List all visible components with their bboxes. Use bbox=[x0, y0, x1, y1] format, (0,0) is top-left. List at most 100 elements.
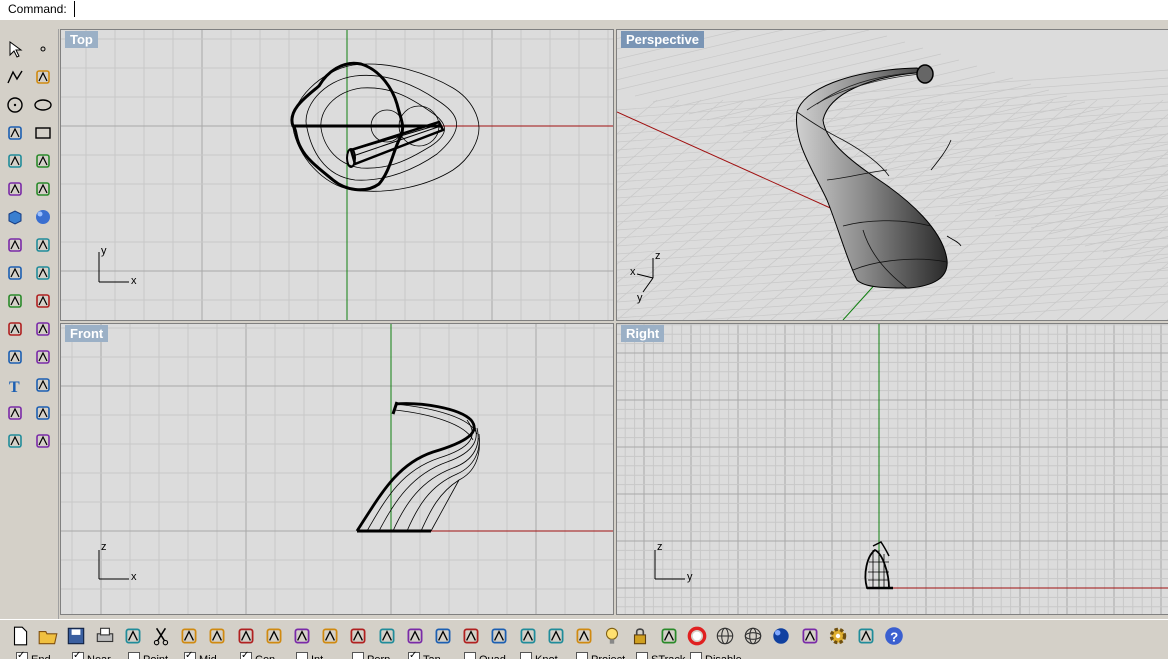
boolean-button[interactable] bbox=[3, 317, 27, 341]
zoom-extents-button[interactable] bbox=[375, 624, 399, 648]
render-button[interactable] bbox=[657, 624, 681, 648]
osnap-end[interactable]: End bbox=[16, 650, 51, 659]
text-button[interactable]: T bbox=[3, 373, 27, 397]
point-button[interactable] bbox=[31, 37, 55, 61]
help-button[interactable]: ? bbox=[882, 624, 906, 648]
mesh-sphere-button[interactable] bbox=[741, 624, 765, 648]
viewport-right[interactable]: Right z y bbox=[616, 323, 1168, 615]
undo-view-button[interactable] bbox=[431, 624, 455, 648]
dimension-button[interactable] bbox=[31, 401, 55, 425]
light-button[interactable] bbox=[600, 624, 624, 648]
transform-button[interactable] bbox=[3, 261, 27, 285]
polyline-button[interactable] bbox=[3, 65, 27, 89]
split-button[interactable] bbox=[31, 289, 55, 313]
rotate-view-button[interactable] bbox=[290, 624, 314, 648]
osnap-checkbox[interactable] bbox=[240, 650, 252, 659]
osnap-checkbox[interactable] bbox=[72, 650, 84, 659]
osnap-checkbox[interactable] bbox=[464, 652, 476, 659]
block-button[interactable] bbox=[3, 429, 27, 453]
osnap-perp[interactable]: Perp bbox=[352, 652, 390, 659]
viewport-title-perspective[interactable]: Perspective bbox=[621, 31, 704, 48]
color-wheel-button[interactable] bbox=[685, 624, 709, 648]
select-arrow-button[interactable] bbox=[3, 37, 27, 61]
extrude-button[interactable] bbox=[3, 233, 27, 257]
import-button[interactable] bbox=[121, 624, 145, 648]
layer-button[interactable] bbox=[544, 624, 568, 648]
render-icon bbox=[661, 628, 677, 644]
osnap-checkbox[interactable] bbox=[184, 650, 196, 659]
circle-button[interactable] bbox=[3, 93, 27, 117]
surface-edit-button[interactable] bbox=[31, 177, 55, 201]
osnap-tan[interactable]: Tan bbox=[408, 650, 441, 659]
osnap-strack[interactable]: STrack bbox=[636, 652, 685, 659]
grid-line bbox=[617, 101, 1168, 143]
surface-from-curves-button[interactable] bbox=[31, 233, 55, 257]
pan-hand-button[interactable] bbox=[262, 624, 286, 648]
shaded-sphere-button[interactable] bbox=[769, 624, 793, 648]
offset-button[interactable] bbox=[31, 345, 55, 369]
osnap-checkbox[interactable] bbox=[408, 650, 420, 659]
rectangle-button[interactable] bbox=[31, 121, 55, 145]
command-input[interactable] bbox=[74, 1, 1167, 17]
zoom-button[interactable] bbox=[318, 624, 342, 648]
curve-tools-button[interactable] bbox=[3, 149, 27, 173]
open-file-button[interactable] bbox=[36, 624, 60, 648]
save-button[interactable] bbox=[64, 624, 88, 648]
options-gear-button[interactable] bbox=[826, 624, 850, 648]
osnap-checkbox[interactable] bbox=[576, 652, 588, 659]
sphere-button[interactable] bbox=[31, 205, 55, 229]
osnap-mid[interactable]: Mid bbox=[184, 650, 217, 659]
pen-button[interactable] bbox=[798, 624, 822, 648]
fillet-curve-button[interactable] bbox=[31, 149, 55, 173]
cut-button[interactable] bbox=[149, 624, 173, 648]
grid-plane-button[interactable] bbox=[516, 624, 540, 648]
osnap-near[interactable]: Near bbox=[72, 650, 111, 659]
viewport-title-top[interactable]: Top bbox=[65, 31, 98, 48]
ellipse-button[interactable] bbox=[31, 93, 55, 117]
copy-button[interactable] bbox=[177, 624, 201, 648]
new-file-button[interactable] bbox=[8, 624, 32, 648]
surface-button[interactable] bbox=[3, 177, 27, 201]
solid-box-button[interactable] bbox=[3, 205, 27, 229]
mesh-icon bbox=[36, 434, 50, 448]
plugin-button[interactable] bbox=[854, 624, 878, 648]
scale-button[interactable] bbox=[31, 373, 55, 397]
osnap-checkbox[interactable] bbox=[636, 652, 648, 659]
paste-button[interactable] bbox=[205, 624, 229, 648]
osnap-checkbox[interactable] bbox=[16, 650, 28, 659]
trim-button[interactable] bbox=[3, 289, 27, 313]
osnap-quad[interactable]: Quad bbox=[464, 652, 506, 659]
print-button[interactable] bbox=[93, 624, 117, 648]
viewport-front[interactable]: Front z x bbox=[60, 323, 614, 615]
viewport-top[interactable]: Top y x bbox=[60, 29, 614, 321]
curve-cv-button[interactable] bbox=[31, 65, 55, 89]
explode-button[interactable] bbox=[31, 261, 55, 285]
polygon-button[interactable] bbox=[3, 121, 27, 145]
viewport-perspective[interactable]: Perspective z x y bbox=[616, 29, 1168, 321]
mesh-button[interactable] bbox=[31, 429, 55, 453]
zoom-window-button[interactable] bbox=[346, 624, 370, 648]
lock-button[interactable] bbox=[628, 624, 652, 648]
viewport-title-right[interactable]: Right bbox=[621, 325, 665, 342]
osnap-checkbox[interactable] bbox=[520, 652, 532, 659]
zoom-selected-button[interactable] bbox=[403, 624, 427, 648]
osnap-cen[interactable]: Cen bbox=[240, 650, 275, 659]
osnap-checkbox[interactable] bbox=[352, 652, 364, 659]
car-button[interactable] bbox=[487, 624, 511, 648]
properties-button[interactable] bbox=[572, 624, 596, 648]
osnap-disable[interactable]: Disable bbox=[690, 652, 742, 659]
four-viewports-button[interactable] bbox=[459, 624, 483, 648]
osnap-checkbox[interactable] bbox=[296, 652, 308, 659]
viewport-title-front[interactable]: Front bbox=[65, 325, 109, 342]
osnap-int[interactable]: Int bbox=[296, 652, 323, 659]
osnap-checkbox[interactable] bbox=[690, 652, 702, 659]
join-curve-button[interactable] bbox=[3, 345, 27, 369]
array-button[interactable] bbox=[3, 401, 27, 425]
osnap-checkbox[interactable] bbox=[128, 652, 140, 659]
undo-button[interactable] bbox=[234, 624, 258, 648]
osnap-knot[interactable]: Knot bbox=[520, 652, 558, 659]
wireframe-sphere-button[interactable] bbox=[713, 624, 737, 648]
osnap-point[interactable]: Point bbox=[128, 652, 168, 659]
solid-tools-button[interactable] bbox=[31, 317, 55, 341]
osnap-project[interactable]: Project bbox=[576, 652, 625, 659]
